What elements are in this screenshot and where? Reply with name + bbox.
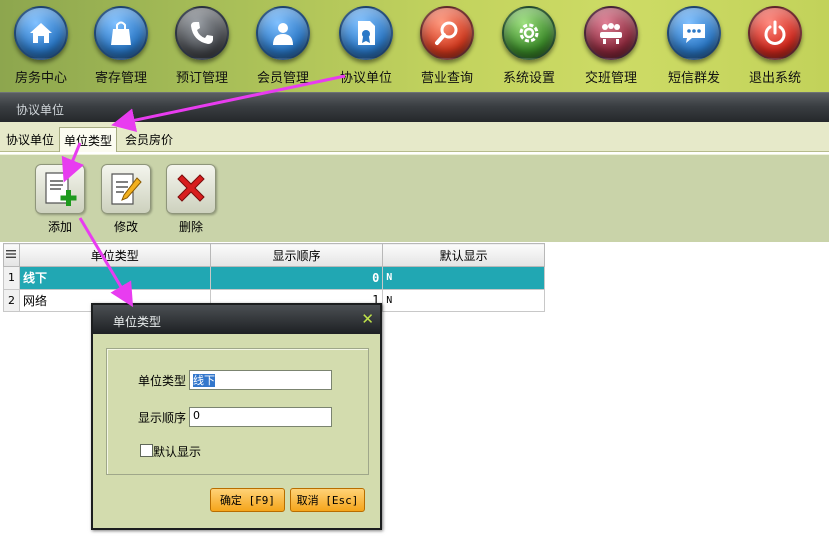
gear-icon bbox=[502, 6, 556, 60]
grid-header-row: 单位类型 显示顺序 默认显示 bbox=[3, 242, 545, 268]
tab-agreement-units[interactable]: 协议单位 bbox=[2, 127, 58, 152]
tab-unit-types[interactable]: 单位类型 bbox=[59, 127, 118, 152]
nav-item-exit-system[interactable]: 退出系统 bbox=[734, 0, 816, 92]
chat-icon bbox=[667, 6, 721, 60]
magnifier-icon bbox=[420, 6, 474, 60]
unit-type-input-value: 线下 bbox=[193, 374, 215, 387]
cell-unit-type[interactable]: 线下 bbox=[18, 266, 211, 290]
row-index: 1 bbox=[3, 266, 20, 290]
dialog-form-group: 单位类型 线下 显示顺序 0 默认显示 bbox=[106, 348, 369, 475]
display-order-input-value: 0 bbox=[193, 409, 200, 422]
default-display-checkbox[interactable] bbox=[140, 444, 153, 457]
nav-label: 会员管理 bbox=[256, 71, 309, 86]
display-order-input[interactable]: 0 bbox=[189, 407, 332, 427]
top-navigation: 房务中心 寄存管理 预订管理 会员管理 协议单位 营业查询 系统设置 交班管理 … bbox=[0, 0, 829, 92]
unit-type-grid: 单位类型 显示顺序 默认显示 1 线下 0 N 2 网络 1 N bbox=[3, 242, 545, 313]
delete-button[interactable]: 删除 bbox=[165, 164, 217, 234]
row-index: 2 bbox=[3, 288, 20, 313]
default-display-label: 默认显示 bbox=[153, 445, 202, 459]
nav-label: 系统设置 bbox=[502, 71, 555, 86]
nav-item-storage[interactable]: 寄存管理 bbox=[80, 0, 162, 92]
column-header-unit-type[interactable]: 单位类型 bbox=[18, 242, 211, 268]
add-label: 添加 bbox=[47, 220, 72, 234]
delete-x-icon bbox=[166, 164, 216, 214]
toolbar: 添加 修改 删除 bbox=[0, 154, 829, 242]
nav-item-agreement-units[interactable]: 协议单位 bbox=[325, 0, 407, 92]
column-header-display-order[interactable]: 显示顺序 bbox=[209, 242, 384, 268]
house-icon bbox=[14, 6, 68, 60]
module-title: 协议单位 bbox=[16, 103, 65, 117]
display-order-label: 显示顺序 bbox=[138, 411, 187, 425]
shopping-bag-icon bbox=[94, 6, 148, 60]
phone-icon bbox=[175, 6, 229, 60]
delete-label: 删除 bbox=[178, 220, 203, 234]
add-button[interactable]: 添加 bbox=[34, 164, 86, 234]
nav-label: 退出系统 bbox=[748, 71, 801, 86]
dialog-title-bar[interactable]: 单位类型 ✕ bbox=[93, 305, 380, 334]
nav-item-shift-management[interactable]: 交班管理 bbox=[570, 0, 652, 92]
column-header-default-display[interactable]: 默认显示 bbox=[382, 242, 545, 268]
nav-label: 营业查询 bbox=[420, 71, 473, 86]
close-icon[interactable]: ✕ bbox=[361, 310, 374, 328]
tab-strip: 协议单位 单位类型 会员房价 bbox=[0, 122, 829, 152]
person-icon bbox=[256, 6, 310, 60]
nav-label: 预订管理 bbox=[175, 71, 228, 86]
nav-item-booking[interactable]: 预订管理 bbox=[161, 0, 243, 92]
edit-button[interactable]: 修改 bbox=[100, 164, 152, 234]
nav-item-members[interactable]: 会员管理 bbox=[242, 0, 324, 92]
nav-item-room-center[interactable]: 房务中心 bbox=[0, 0, 82, 92]
list-icon[interactable] bbox=[3, 242, 20, 268]
document-badge-icon bbox=[339, 6, 393, 60]
nav-label: 协议单位 bbox=[339, 71, 392, 86]
nav-label: 寄存管理 bbox=[94, 71, 147, 86]
edit-label: 修改 bbox=[113, 220, 138, 234]
dialog-title: 单位类型 bbox=[113, 315, 162, 329]
cell-default-display[interactable]: N bbox=[382, 288, 545, 313]
table-row[interactable]: 1 线下 0 N bbox=[3, 266, 545, 290]
nav-label: 短信群发 bbox=[667, 71, 720, 86]
cell-default-display[interactable]: N bbox=[382, 266, 545, 290]
nav-item-sms-broadcast[interactable]: 短信群发 bbox=[653, 0, 735, 92]
nav-item-system-settings[interactable]: 系统设置 bbox=[488, 0, 570, 92]
module-title-bar: 协议单位 bbox=[0, 92, 829, 122]
power-icon bbox=[748, 6, 802, 60]
nav-label: 交班管理 bbox=[584, 71, 637, 86]
unit-type-label: 单位类型 bbox=[138, 374, 187, 388]
cancel-button[interactable]: 取消 [Esc] bbox=[290, 488, 365, 512]
unit-type-dialog: 单位类型 ✕ 单位类型 线下 显示顺序 0 默认显示 确定 [F9] 取消 [E… bbox=[91, 303, 382, 530]
nav-item-business-query[interactable]: 营业查询 bbox=[406, 0, 488, 92]
nav-label: 房务中心 bbox=[14, 71, 67, 86]
tab-member-room-rates[interactable]: 会员房价 bbox=[121, 127, 177, 152]
edit-document-icon bbox=[101, 164, 151, 214]
confirm-button[interactable]: 确定 [F9] bbox=[210, 488, 285, 512]
add-document-icon bbox=[35, 164, 85, 214]
meeting-icon bbox=[584, 6, 638, 60]
unit-type-input[interactable]: 线下 bbox=[189, 370, 332, 390]
cell-display-order[interactable]: 0 bbox=[209, 266, 384, 290]
